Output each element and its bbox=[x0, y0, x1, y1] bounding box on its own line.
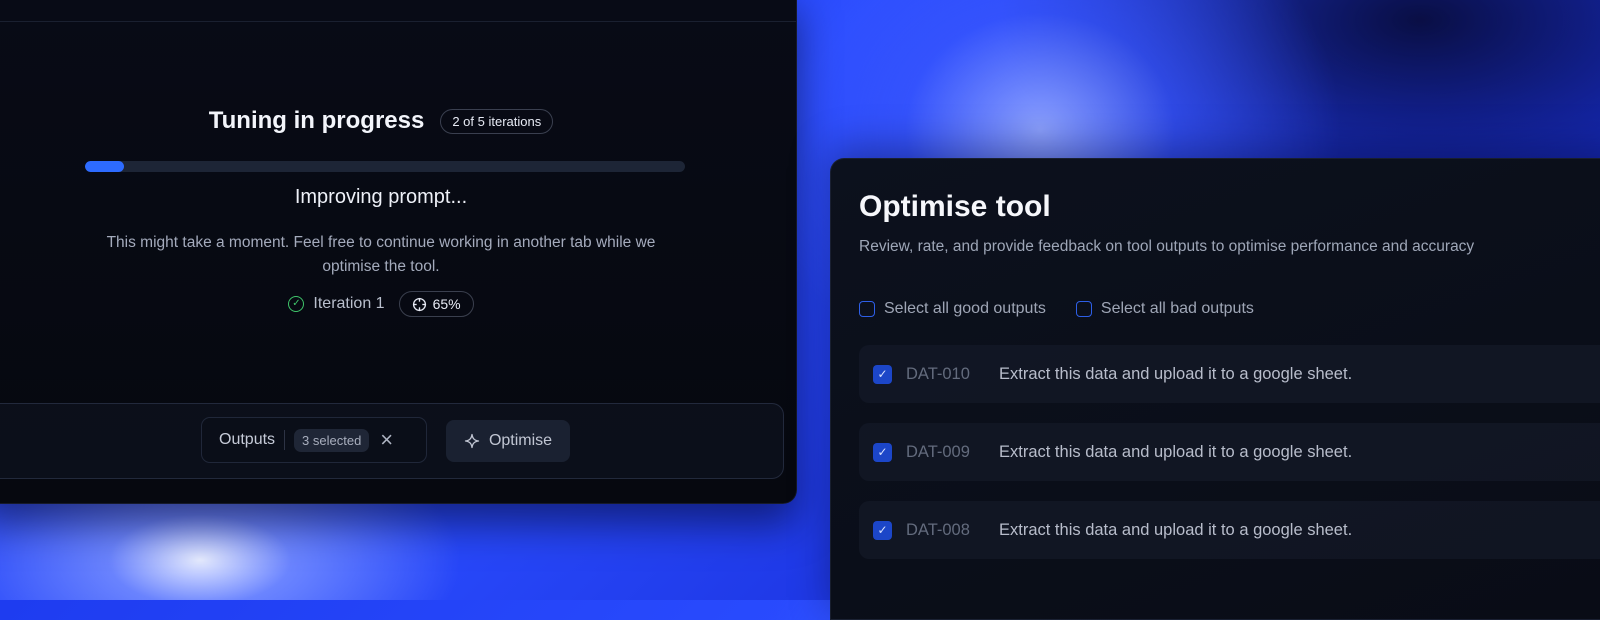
selected-count-badge: 3 selected bbox=[294, 428, 370, 452]
output-text: Extract this data and upload it to a goo… bbox=[999, 520, 1353, 539]
output-row[interactable]: ✓ DAT-010 Extract this data and upload i… bbox=[859, 345, 1600, 403]
output-row[interactable]: ✓ DAT-009 Extract this data and upload i… bbox=[859, 423, 1600, 481]
tuning-description: This might take a moment. Feel free to c… bbox=[106, 234, 656, 275]
iteration-percent: 65% bbox=[432, 296, 461, 312]
checkbox-checked-icon[interactable]: ✓ bbox=[873, 442, 892, 462]
sparkle-icon bbox=[464, 433, 480, 449]
output-id: DAT-010 bbox=[906, 364, 970, 383]
select-all-bad-label: Select all bad outputs bbox=[1100, 300, 1254, 317]
iteration-status: ✓ Iteration 1 bbox=[288, 295, 385, 313]
outputs-label: Outputs bbox=[219, 431, 276, 448]
output-text: Extract this data and upload it to a goo… bbox=[999, 364, 1353, 383]
progress-fill bbox=[85, 161, 124, 172]
progress-bar bbox=[85, 161, 685, 172]
tuning-heading: Tuning in progress bbox=[208, 107, 425, 134]
selection-action-bar: Outputs 3 selected × Optimise bbox=[0, 403, 784, 479]
checkbox-checked-icon[interactable]: ✓ bbox=[873, 364, 892, 384]
iteration-row: ✓ Iteration 1 65% bbox=[0, 291, 781, 317]
tuning-panel: Tuning in progress 2 of 5 iterations Imp… bbox=[0, 0, 797, 504]
optimise-tool-panel: Optimise tool Review, rate, and provide … bbox=[830, 158, 1600, 620]
iterations-badge: 2 of 5 iterations bbox=[440, 108, 554, 134]
iteration-percent-badge: 65% bbox=[398, 291, 474, 317]
panel-title: Optimise tool bbox=[859, 190, 1051, 223]
top-divider bbox=[0, 21, 796, 22]
bulk-select-row: Select all good outputs Select all bad o… bbox=[859, 300, 1254, 318]
tuning-heading-row: Tuning in progress 2 of 5 iterations bbox=[0, 107, 781, 135]
output-row[interactable]: ✓ DAT-008 Extract this data and upload i… bbox=[859, 501, 1600, 559]
optimise-label: Optimise bbox=[488, 432, 553, 449]
output-text: Extract this data and upload it to a goo… bbox=[999, 442, 1353, 461]
status-text: Improving prompt... bbox=[294, 186, 468, 208]
iteration-label: Iteration 1 bbox=[313, 295, 385, 312]
select-all-good[interactable]: Select all good outputs bbox=[859, 300, 1046, 318]
outputs-selection-group: Outputs 3 selected × bbox=[201, 417, 427, 463]
checkbox-empty-icon[interactable] bbox=[859, 301, 875, 317]
target-icon bbox=[412, 297, 426, 311]
output-id: DAT-009 bbox=[906, 442, 970, 461]
panel-description: Review, rate, and provide feedback on to… bbox=[859, 238, 1475, 255]
close-icon[interactable]: × bbox=[380, 429, 393, 451]
select-all-good-label: Select all good outputs bbox=[884, 300, 1046, 317]
optimise-button[interactable]: Optimise bbox=[446, 420, 570, 462]
checkbox-empty-icon[interactable] bbox=[1075, 301, 1092, 317]
select-all-bad[interactable]: Select all bad outputs bbox=[1075, 300, 1254, 318]
checkbox-checked-icon[interactable]: ✓ bbox=[873, 520, 892, 540]
outputs-divider bbox=[284, 430, 286, 450]
output-id: DAT-008 bbox=[906, 520, 970, 539]
check-circle-icon: ✓ bbox=[288, 296, 305, 312]
